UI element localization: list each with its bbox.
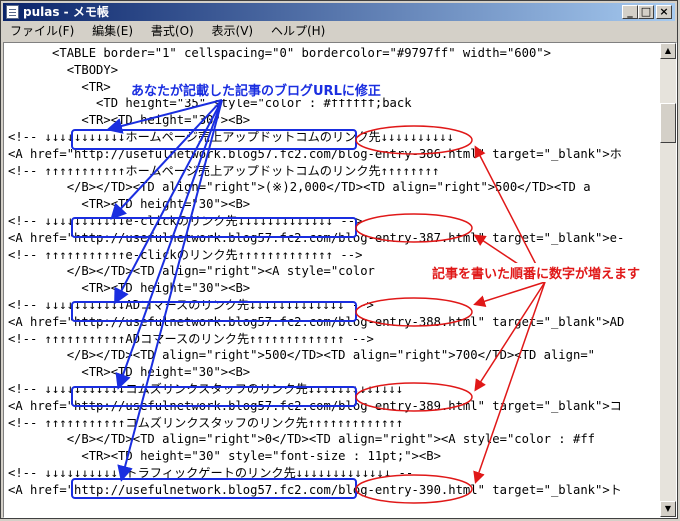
text-line: <!-- ↓↓↓↓↓↓↓↓↓↓↓トラフィックゲートのリンク先↓↓↓↓↓↓↓↓↓↓… xyxy=(8,465,414,480)
scroll-up-button[interactable]: ▲ xyxy=(660,43,676,59)
text-line: <TR><TD height="30"><B> xyxy=(8,365,251,380)
text-line: <TABLE border="1" cellspacing="0" border… xyxy=(8,46,551,60)
text-line: <TBODY> xyxy=(8,62,119,77)
notepad-icon xyxy=(6,5,19,19)
text-line: <!-- ↓↓↓↓↓↓↓↓↓↓↓ADコマースのリンク先↓↓↓↓↓↓↓↓↓↓↓↓↓… xyxy=(8,297,374,312)
text-line: <TR><TD height="30"><B> xyxy=(8,281,251,296)
menu-bar: ファイル(F) 編集(E) 書式(O) 表示(V) ヘルプ(H) xyxy=(3,22,675,41)
text-line: <!-- ↑↑↑↑↑↑↑↑↑↑↑ホームページ売上アップドットコムのリンク先↑↑↑… xyxy=(8,163,440,178)
menu-edit[interactable]: 編集(E) xyxy=(85,22,140,41)
close-button[interactable]: × xyxy=(656,5,672,19)
text-line: <!-- ↑↑↑↑↑↑↑↑↑↑↑コムズリンクスタッフのリンク先↑↑↑↑↑↑↑↑↑… xyxy=(8,415,404,430)
minimize-button[interactable]: _ xyxy=(622,5,638,19)
menu-view[interactable]: 表示(V) xyxy=(205,22,261,41)
text-line: <TR><TD height="30"><B> xyxy=(8,113,251,128)
text-line: <A href="http://usefulnetwork.blog57.fc2… xyxy=(8,230,625,245)
menu-format[interactable]: 書式(O) xyxy=(144,22,201,41)
text-line: <A href="http://usefulnetwork.blog57.fc2… xyxy=(8,482,622,497)
text-line: </B></TD><TD align="right">0</TD><TD ali… xyxy=(8,432,595,447)
window-title: pulas - メモ帳 xyxy=(23,5,109,19)
text-line: <!-- ↑↑↑↑↑↑↑↑↑↑↑ADコマースのリンク先↑↑↑↑↑↑↑↑↑↑↑↑↑… xyxy=(8,331,374,346)
text-line: </B></TD><TD align="right">500</TD><TD a… xyxy=(8,348,595,363)
menu-help[interactable]: ヘルプ(H) xyxy=(264,22,332,41)
text-line: <TR><TD height="30"><B> xyxy=(8,197,251,212)
maximize-button[interactable]: □ xyxy=(638,5,654,19)
text-line: <A href="http://usefulnetwork.blog57.fc2… xyxy=(8,398,622,413)
text-line: <!-- ↓↓↓↓↓↓↓↓↓↓↓e-clickのリンク先↓↓↓↓↓↓↓↓↓↓↓↓… xyxy=(8,213,363,228)
menu-file[interactable]: ファイル(F) xyxy=(3,22,81,41)
red-note-label: 記事を書いた順番に数字が増えます xyxy=(432,263,641,282)
text-line: <!-- ↑↑↑↑↑↑↑↑↑↑↑e-clickのリンク先↑↑↑↑↑↑↑↑↑↑↑↑… xyxy=(8,247,363,262)
scroll-down-button[interactable]: ▼ xyxy=(660,501,676,517)
scroll-thumb[interactable] xyxy=(660,103,676,143)
text-line: <TR><TD height="30" style="font-size : 1… xyxy=(8,449,441,464)
title-bar[interactable]: pulas - メモ帳 _ □ × xyxy=(3,3,675,21)
text-line: </B></TD><TD align="right">(※)2,000</TD>… xyxy=(8,180,591,195)
text-line: <!-- ↓↓↓↓↓↓↓↓↓↓↓コムズリンクスタッフのリンク先↓↓↓↓↓↓↓↓↓… xyxy=(8,381,404,396)
text-line: <!-- ↓↓↓↓↓↓↓↓↓↓↓ホームページ売上アップドットコムのリンク先↓↓↓… xyxy=(8,129,455,144)
notepad-window: pulas - メモ帳 _ □ × ファイル(F) 編集(E) 書式(O) 表示… xyxy=(0,0,678,519)
blue-note-label: あなたが記載した記事のブログURLに修正 xyxy=(131,80,381,99)
vertical-scrollbar[interactable]: ▲ ▼ xyxy=(660,43,676,517)
text-line: <A href="http://usefulnetwork.blog57.fc2… xyxy=(8,146,622,161)
text-line: <A href="http://usefulnetwork.blog57.fc2… xyxy=(8,314,625,329)
